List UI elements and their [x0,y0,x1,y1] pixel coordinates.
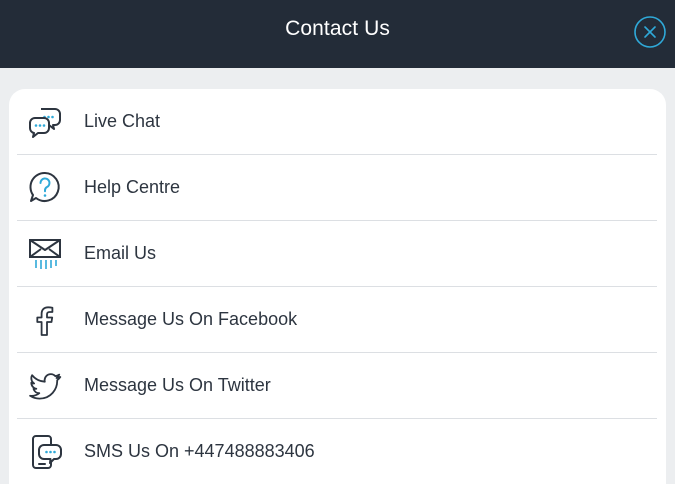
contact-option-twitter[interactable]: Message Us On Twitter [17,353,657,419]
close-button[interactable] [634,16,666,48]
contact-option-label: Help Centre [84,177,181,197]
phone-sms-icon [32,435,62,469]
contact-options-card: Live Chat Help Centre Email Us Message U… [9,89,666,484]
twitter-icon [29,373,62,400]
envelope-icon [29,239,61,269]
contact-options-list: Live Chat Help Centre Email Us Message U… [17,89,657,484]
contact-option-email[interactable]: Email Us [17,221,657,287]
contact-option-label: SMS Us On +447488883406 [84,441,315,461]
contact-option-label: Message Us On Twitter [84,375,271,395]
facebook-icon [36,306,54,336]
contact-option-label: Message Us On Facebook [84,309,298,329]
close-icon [634,16,666,48]
contact-option-live-chat[interactable]: Live Chat [17,89,657,155]
contact-option-help-centre[interactable]: Help Centre [17,155,657,221]
question-bubble-icon [29,171,60,202]
header-bar: Contact Us [0,0,675,68]
page-title: Contact Us [285,17,390,40]
contact-option-sms[interactable]: SMS Us On +447488883406 [17,419,657,484]
contact-option-facebook[interactable]: Message Us On Facebook [17,287,657,353]
chat-bubbles-icon [29,108,61,138]
contact-option-label: Email Us [84,243,157,263]
contact-option-label: Live Chat [84,111,161,131]
